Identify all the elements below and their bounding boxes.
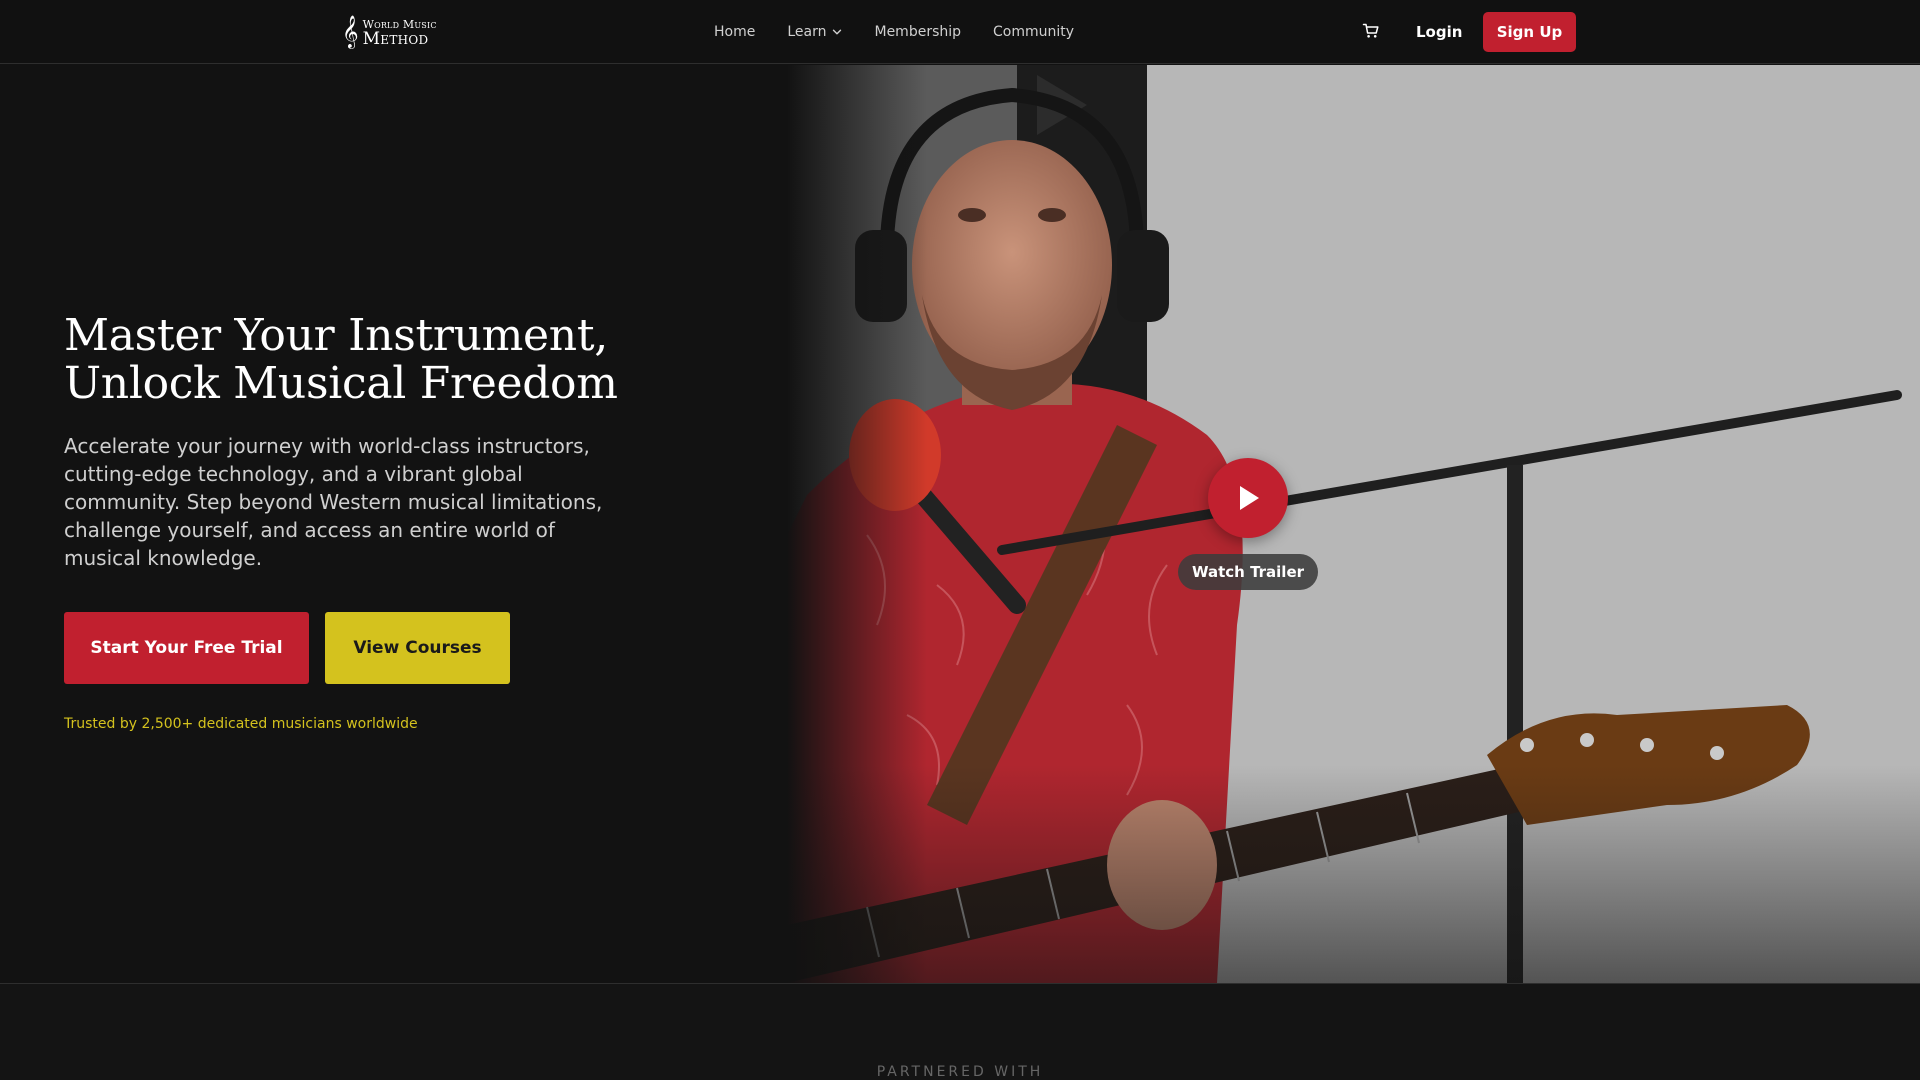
view-courses-button[interactable]: View Courses: [325, 612, 510, 684]
nav-membership[interactable]: Membership: [874, 24, 961, 40]
trailer-video[interactable]: Watch Trailer: [787, 65, 1920, 983]
login-link[interactable]: Login: [1416, 0, 1462, 64]
nav-home-label: Home: [714, 24, 756, 40]
play-icon: [1240, 486, 1259, 510]
sign-up-button[interactable]: Sign Up: [1483, 12, 1576, 52]
treble-clef-icon: 𝄞: [342, 15, 359, 48]
hero-section: Master Your Instrument, Unlock Musical F…: [0, 65, 1920, 983]
logo-text: World Music Method: [363, 19, 437, 48]
play-button[interactable]: [1208, 458, 1288, 538]
nav-community[interactable]: Community: [993, 24, 1074, 40]
hero-title-line-1: Master Your Instrument,: [64, 310, 608, 361]
hero-title-line-2: Unlock Musical Freedom: [64, 358, 618, 409]
partners-heading: PARTNERED WITH: [876, 1064, 1044, 1080]
partners-section: PARTNERED WITH: [0, 983, 1920, 1080]
hero-title: Master Your Instrument, Unlock Musical F…: [64, 312, 704, 408]
chevron-down-icon: [833, 29, 842, 35]
cart-icon[interactable]: [1362, 22, 1380, 40]
watch-trailer-button[interactable]: Watch Trailer: [1178, 554, 1318, 590]
nav-learn-label: Learn: [787, 24, 827, 40]
logo-line-1: World Music: [362, 17, 437, 31]
nav-home[interactable]: Home: [714, 24, 755, 40]
nav-community-label: Community: [993, 24, 1075, 40]
logo-line-2: Method: [362, 28, 429, 49]
trusted-text: Trusted by 2,500+ dedicated musicians wo…: [64, 716, 418, 732]
nav-learn[interactable]: Learn: [787, 24, 842, 40]
video-thumbnail-image: [787, 65, 1920, 983]
nav-membership-label: Membership: [874, 24, 962, 40]
main-nav: Home Learn Membership Community: [714, 0, 1074, 64]
site-logo[interactable]: 𝄞 World Music Method: [342, 17, 452, 49]
site-header: 𝄞 World Music Method Home Learn Membersh…: [0, 0, 1920, 64]
hero-subtitle: Accelerate your journey with world-class…: [64, 434, 603, 570]
start-free-trial-button[interactable]: Start Your Free Trial: [64, 612, 309, 684]
